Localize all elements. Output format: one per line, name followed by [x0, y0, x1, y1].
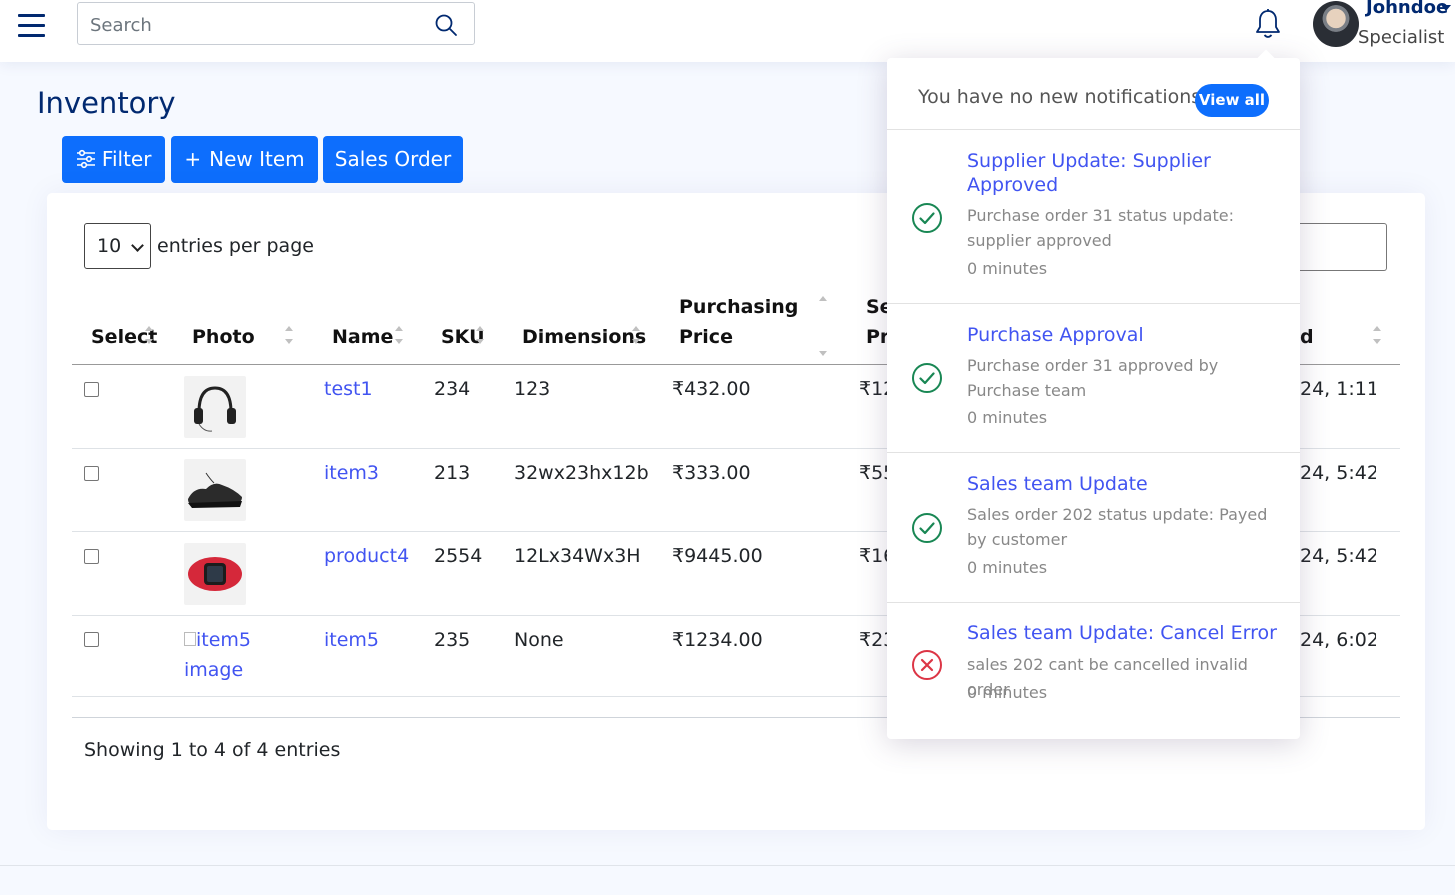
notification-title[interactable]: Supplier Update: Supplier Approved	[967, 149, 1277, 197]
check-circle-icon	[912, 203, 942, 233]
notifications-header: You have no new notifications	[918, 86, 1202, 108]
date-cell: 24, 5:42	[1300, 545, 1376, 567]
product-name-link[interactable]: test1	[324, 378, 373, 400]
purchasing-price-cell: ₹1234.00	[672, 629, 763, 651]
filter-button-label: Filter	[101, 147, 152, 171]
avatar[interactable]	[1313, 1, 1359, 47]
column-selling-line2[interactable]: Pr	[866, 326, 887, 348]
sku-cell: 234	[434, 378, 471, 400]
product-name-link[interactable]: item3	[324, 462, 379, 484]
user-role: Specialist	[1358, 27, 1445, 48]
date-cell: 24, 5:42	[1300, 462, 1376, 484]
check-circle-icon	[912, 513, 942, 543]
sku-cell: 213	[434, 462, 471, 484]
date-cell: 24, 1:11	[1300, 378, 1376, 400]
filter-button[interactable]: Filter	[62, 136, 165, 183]
search-icon[interactable]	[434, 13, 458, 37]
column-selling-line1[interactable]: Se	[866, 296, 887, 318]
column-purchasing-line2[interactable]: Price	[679, 326, 733, 348]
notification-time: 0 minutes	[967, 408, 1048, 427]
broken-image-alt-line1: item5	[184, 629, 251, 651]
new-item-button[interactable]: + New Item	[171, 136, 318, 183]
dimensions-cell: 32wx23hx12b	[514, 462, 649, 484]
notification-message: Sales order 202 status update: Payed by …	[967, 505, 1268, 549]
entries-per-page-select[interactable]: 10	[84, 223, 151, 269]
search-bar	[77, 2, 475, 45]
table-search-input[interactable]	[1290, 223, 1387, 271]
entries-per-page-label: entries per page	[157, 235, 314, 257]
product-photo-headphones	[184, 376, 246, 438]
notification-divider	[887, 602, 1300, 603]
notification-time: 0 minutes	[967, 558, 1048, 577]
footer-divider	[0, 865, 1455, 866]
photo-alt-text: item5	[196, 629, 252, 651]
sort-icon[interactable]	[632, 326, 640, 344]
x-circle-icon	[912, 650, 942, 680]
notification-time: 0 minutes	[967, 259, 1048, 278]
sort-icon[interactable]	[395, 326, 403, 344]
row-checkbox[interactable]	[84, 632, 99, 647]
sales-order-label: Sales Order	[334, 147, 452, 171]
purchasing-price-cell: ₹333.00	[672, 462, 751, 484]
sort-icon[interactable]	[285, 326, 293, 344]
column-purchasing-line1[interactable]: Purchasing	[679, 296, 798, 318]
menu-toggle-icon[interactable]	[18, 12, 46, 38]
sort-icon[interactable]	[819, 296, 827, 356]
notification-message: Purchase order 31 approved by Purchase t…	[967, 356, 1219, 400]
purchasing-price-cell: ₹432.00	[672, 378, 751, 400]
sort-icon[interactable]	[476, 326, 484, 344]
notification-title[interactable]: Sales team Update: Cancel Error	[967, 621, 1277, 645]
broken-image-alt-line2: image	[184, 659, 244, 681]
row-checkbox[interactable]	[84, 466, 99, 481]
notification-divider	[887, 303, 1300, 304]
notification-divider	[887, 452, 1300, 453]
chevron-down-icon	[131, 239, 144, 252]
chevron-down-icon[interactable]	[1441, 5, 1451, 11]
notification-message: Purchase order 31 status update: supplie…	[967, 206, 1234, 250]
column-date-partial[interactable]: d	[1300, 326, 1314, 348]
plus-icon: +	[184, 147, 202, 171]
sort-icon[interactable]	[145, 326, 153, 344]
user-name[interactable]: Johndoe	[1366, 0, 1448, 18]
broken-image-icon	[184, 632, 196, 646]
notification-bell-icon[interactable]	[1254, 8, 1282, 40]
sliders-icon	[76, 149, 95, 169]
sort-icon[interactable]	[1373, 326, 1381, 344]
column-photo[interactable]: Photo	[192, 326, 255, 348]
row-checkbox[interactable]	[84, 549, 99, 564]
sku-cell: 2554	[434, 545, 483, 567]
view-all-button[interactable]: View all	[1195, 84, 1269, 117]
product-photo-watch	[184, 543, 246, 605]
dimensions-cell: None	[514, 629, 564, 651]
row-checkbox[interactable]	[84, 382, 99, 397]
notification-title[interactable]: Purchase Approval	[967, 323, 1277, 347]
notification-title[interactable]: Sales team Update	[967, 472, 1277, 496]
dimensions-cell: 12Lx34Wx3H	[514, 545, 641, 567]
product-photo-shoe	[184, 459, 246, 521]
new-item-label: New Item	[209, 147, 305, 171]
table-info: Showing 1 to 4 of 4 entries	[84, 739, 341, 761]
column-dimensions[interactable]: Dimensions	[522, 326, 646, 348]
notification-divider	[887, 129, 1300, 130]
column-name[interactable]: Name	[332, 326, 393, 348]
check-circle-icon	[912, 363, 942, 393]
purchasing-price-cell: ₹9445.00	[672, 545, 763, 567]
product-name-link[interactable]: product4	[324, 545, 409, 567]
page-title: Inventory	[37, 86, 176, 120]
search-input[interactable]	[88, 11, 432, 39]
sku-cell: 235	[434, 629, 471, 651]
dimensions-cell: 123	[514, 378, 551, 400]
date-cell: 24, 6:02	[1300, 629, 1376, 651]
sales-order-button[interactable]: Sales Order	[323, 136, 463, 183]
notification-time: 0 minutes	[967, 683, 1048, 702]
per-page-value: 10	[97, 235, 122, 257]
top-header: Johndoe Specialist	[0, 0, 1455, 62]
product-name-link[interactable]: item5	[324, 629, 379, 651]
